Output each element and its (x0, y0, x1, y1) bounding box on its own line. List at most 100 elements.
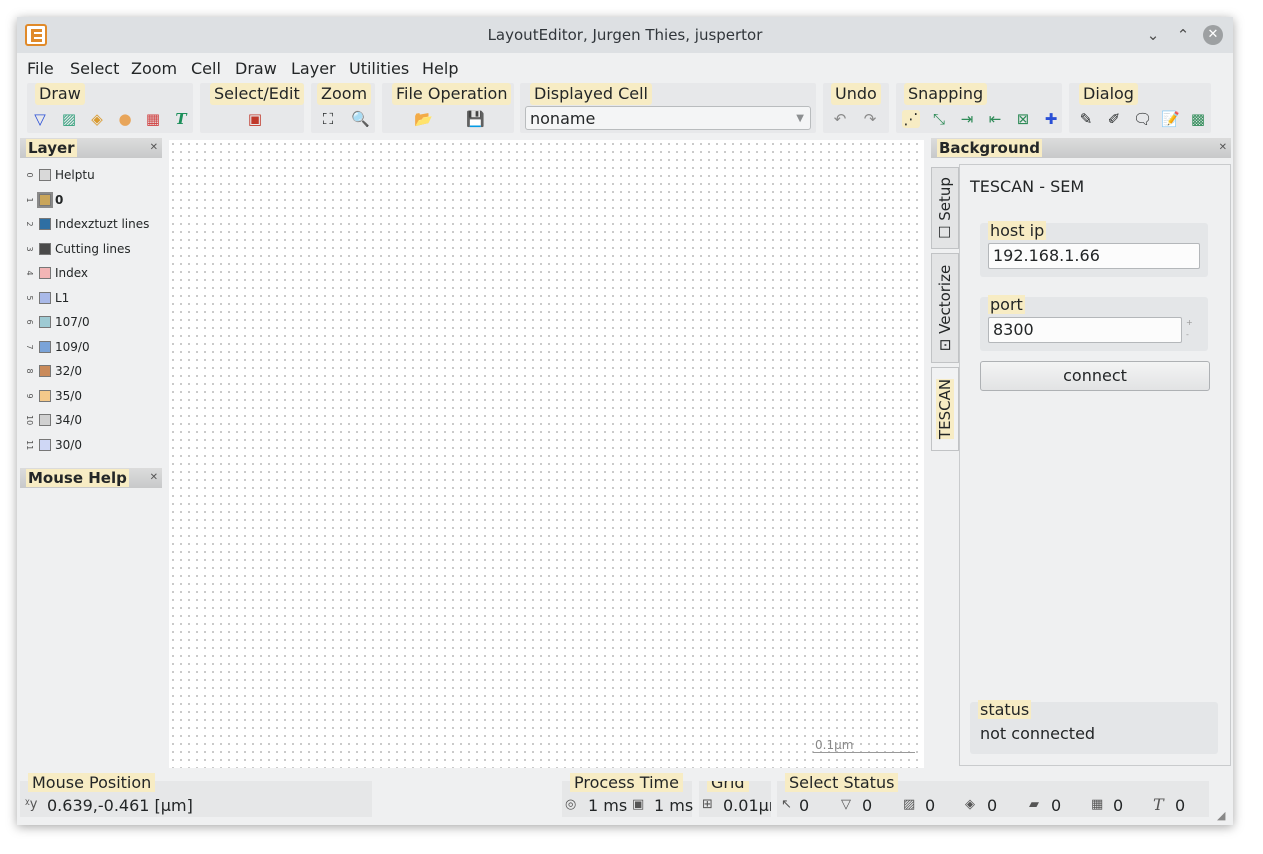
select-cursor-icon[interactable]: ▣ (246, 110, 264, 128)
port-input[interactable]: 8300 (988, 317, 1182, 343)
grid-label: Grid (707, 781, 749, 792)
host-ip-input[interactable]: 192.168.1.66 (988, 243, 1200, 269)
process-time-value-2: 1 ms (654, 796, 694, 815)
select-count-all: 0 (799, 796, 810, 815)
toolbar-draw-group: Draw ▽ ▨ ◈ ● ▦ T (27, 83, 193, 133)
menu-cell[interactable]: Cell (191, 59, 221, 78)
close-icon[interactable]: ✕ (150, 138, 158, 158)
save-icon[interactable]: 💾 (466, 110, 485, 128)
snap-grid-icon[interactable]: ⋰ (902, 110, 920, 128)
tab-tescan[interactable]: TESCAN (931, 367, 959, 451)
layer-row[interactable]: 5 L1 (20, 288, 165, 308)
tab-tescan-label: TESCAN (936, 378, 954, 440)
layer-row[interactable]: 6 107/0 (20, 312, 165, 332)
app-window: LayoutEditor, Jurgen Thies, juspertor ⌄ … (17, 17, 1233, 825)
close-icon[interactable]: ✕ (1203, 25, 1223, 45)
path-icon[interactable]: ◈ (88, 110, 106, 128)
menu-bar: File Select Zoom Cell Draw Layer Utiliti… (17, 54, 1233, 82)
snap-edge-icon[interactable]: ⇥ (958, 110, 976, 128)
text-icon[interactable]: T (172, 110, 190, 128)
toolbar-dialog-title: Dialog (1079, 83, 1138, 105)
snap-line-icon[interactable]: ⇤ (986, 110, 1004, 128)
menu-zoom[interactable]: Zoom (131, 59, 177, 78)
layer-row[interactable]: 10 34/0 (20, 410, 165, 430)
title-bar: LayoutEditor, Jurgen Thies, juspertor ⌄ … (17, 17, 1233, 53)
port-label: port (988, 295, 1025, 314)
minimize-icon[interactable]: ⌄ (1143, 25, 1163, 45)
resize-grip-icon[interactable]: ◢ (1217, 809, 1225, 822)
status-group: status not connected (970, 700, 1218, 754)
text-count-icon: T (1153, 795, 1164, 814)
polygon-icon[interactable]: ▽ (31, 110, 49, 128)
tab-setup-label: ☐ Setup (936, 177, 954, 239)
layer-color-swatch (39, 242, 51, 255)
mouse-position-value: 0.639,-0.461 [µm] (47, 796, 193, 815)
close-icon[interactable]: ✕ (150, 468, 158, 488)
properties-icon[interactable]: ✎ (1077, 110, 1095, 128)
edit-icon[interactable]: ✐ (1105, 110, 1123, 128)
layer-row[interactable]: 11 30/0 (20, 435, 165, 455)
layer-number: 6 (25, 319, 34, 325)
displayed-cell-value: noname (530, 109, 596, 128)
menu-help[interactable]: Help (422, 59, 458, 78)
layer-number: 8 (25, 368, 34, 374)
menu-layer[interactable]: Layer (291, 59, 336, 78)
layer-row[interactable]: 7 109/0 (20, 337, 165, 357)
connect-button[interactable]: connect (980, 361, 1210, 391)
layer-row[interactable]: 0 Helptu (20, 165, 165, 185)
select-count-polygon: 0 (862, 796, 873, 815)
redo-icon[interactable]: ↷ (861, 110, 879, 128)
grid-value: 0.01µr (723, 796, 771, 815)
zoom-fit-icon[interactable]: ⛶ (319, 110, 337, 128)
layer-panel-title: Layer ✕ (20, 138, 162, 158)
layer-row[interactable]: 4 Index (20, 263, 165, 283)
open-folder-icon[interactable]: 📂 (414, 110, 433, 128)
menu-select[interactable]: Select (70, 59, 119, 78)
toolbar-select-title: Select/Edit (210, 83, 304, 105)
increment-icon[interactable]: + (1186, 318, 1193, 327)
layer-name: Indexztuzt lines (55, 217, 150, 231)
layer-number: 2 (25, 221, 34, 227)
menu-file[interactable]: File (27, 59, 54, 78)
menu-utilities[interactable]: Utilities (349, 59, 409, 78)
layer-row[interactable]: 8 32/0 (20, 361, 165, 381)
toolbar-file-title: File Operation (392, 83, 512, 105)
displayed-cell-select[interactable]: noname ▼ (525, 106, 811, 130)
tab-vectorize[interactable]: ⊡ Vectorize (931, 253, 959, 363)
maximize-icon[interactable]: ⌃ (1173, 25, 1193, 45)
polygon-count-icon: ▽ (841, 797, 851, 812)
layer-name: Helptu (55, 168, 95, 182)
notes-icon[interactable]: 📝 (1161, 110, 1180, 128)
layer-color-swatch (39, 365, 51, 377)
drawing-canvas[interactable]: 0.1µm (169, 140, 924, 768)
layer-row[interactable]: 9 35/0 (20, 386, 165, 406)
snap-center-icon[interactable]: ✚ (1042, 110, 1060, 128)
toolbar-snapping-group: Snapping ⋰ ⤡ ⇥ ⇤ ⊠ ✚ (896, 83, 1062, 133)
host-ip-group: host ip 192.168.1.66 (980, 221, 1208, 277)
window-title: LayoutEditor, Jurgen Thies, juspertor (487, 26, 763, 44)
tab-setup[interactable]: ☐ Setup (931, 167, 959, 249)
menu-draw[interactable]: Draw (235, 59, 277, 78)
decrement-icon[interactable]: - (1186, 330, 1189, 339)
grid-icon: ⊞ (702, 797, 713, 812)
palette-icon[interactable]: ▩ (1189, 110, 1207, 128)
layer-row[interactable]: 3 Cutting lines (20, 239, 165, 259)
zoom-icon[interactable]: 🔍 (351, 110, 370, 128)
snap-point-icon[interactable]: ⤡ (930, 110, 948, 128)
undo-icon[interactable]: ↶ (831, 110, 849, 128)
toolbar-snapping-title: Snapping (904, 83, 988, 105)
toolbar: Draw ▽ ▨ ◈ ● ▦ T Select/Edit ▣ Zoom ⛶ 🔍 … (17, 83, 1233, 135)
mouse-position-label: Mouse Position (28, 773, 156, 792)
box-icon[interactable]: ▨ (60, 110, 78, 128)
process-time-label: Process Time (570, 773, 683, 792)
layer-number: 10 (25, 415, 34, 426)
cellref-count-icon: ▦ (1091, 797, 1104, 812)
layer-row[interactable]: 10 (20, 190, 165, 210)
snap-box-icon[interactable]: ⊠ (1014, 110, 1032, 128)
cell-ref-icon[interactable]: ▦ (144, 110, 162, 128)
process-time-group: Process Time ◎ 1 ms ▣ 1 ms (562, 773, 694, 817)
circle-icon[interactable]: ● (116, 110, 134, 128)
comment-icon[interactable]: 🗨 (1133, 110, 1152, 128)
layer-row[interactable]: 2 Indexztuzt lines (20, 214, 165, 234)
layer-color-swatch (39, 438, 51, 451)
